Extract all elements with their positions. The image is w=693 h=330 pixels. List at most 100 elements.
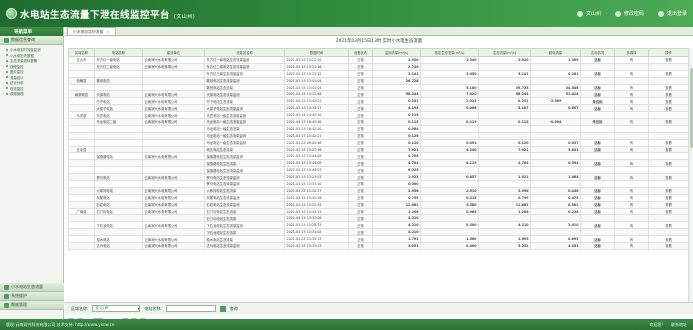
bullet-icon — [6, 92, 8, 95]
table-cell — [68, 159, 95, 168]
table-cell[interactable]: 查看 — [648, 221, 689, 230]
table-cell: 正常 — [348, 62, 373, 71]
sidebar-group-ecoflow[interactable]: 小水电站生态流量 — [0, 283, 64, 292]
table-cell[interactable]: 查看 — [648, 69, 689, 78]
table-cell[interactable]: 查看 — [648, 138, 689, 147]
table-cell: 云南润兴水电有限公司 — [142, 193, 205, 202]
table-cell: 0.799 — [372, 193, 421, 202]
table-cell[interactable]: 查看 — [648, 97, 689, 106]
table-cell: 1.560 — [420, 235, 479, 244]
table-cell: 0.857 — [420, 173, 479, 182]
table-cell[interactable]: 查看 — [648, 56, 689, 64]
table-cell: 2021-03-15 13:12:48 — [284, 90, 349, 99]
table-cell[interactable]: 查看 — [648, 83, 689, 92]
logout-icon — [657, 10, 664, 17]
column-header: 多媒体 — [614, 48, 649, 57]
table-cell — [648, 228, 689, 237]
table-cell: 2021-03-15 13:22:20 — [284, 56, 349, 64]
sidebar-group-query[interactable]: 数据信息查询 — [0, 36, 63, 45]
table-cell[interactable]: 查看 — [648, 90, 689, 99]
table-cell: 马关县 — [68, 111, 95, 120]
table-cell — [648, 111, 689, 120]
table-cell: 有 — [614, 90, 649, 99]
scrollbar-thumb[interactable] — [689, 68, 693, 148]
footer-contact-link[interactable]: 联系地址 — [671, 322, 687, 328]
table-cell: 2021-03-15 13:43:15 — [284, 207, 349, 216]
table-cell: 正常 — [348, 214, 373, 223]
table-cell: 3.580 — [420, 200, 479, 209]
table-cell[interactable]: 查看 — [648, 235, 689, 244]
table-cell — [580, 62, 615, 71]
table-cell: 0.037 — [530, 138, 581, 147]
table-cell — [530, 166, 581, 175]
table-cell: 保德路电站生态流量 — [204, 159, 285, 168]
table-cell — [648, 62, 689, 71]
table-cell[interactable]: 查看 — [648, 173, 689, 182]
table-cell: 11.661 — [478, 200, 531, 209]
table-cell: 凤尾电站 — [94, 193, 143, 202]
table-cell: 有 — [614, 221, 649, 230]
region-select[interactable]: 文 山 州 ▾ — [92, 305, 141, 312]
table-row: 保德路电站生态流量监测 2021-03-15 13:44:07 正常 6.025 — [68, 166, 689, 175]
query-button[interactable]: 查询 — [230, 306, 238, 312]
table-cell: 0.119 — [420, 118, 479, 126]
table-cell — [530, 76, 581, 85]
table-cell — [142, 214, 205, 223]
table-cell[interactable]: 查看 — [648, 207, 689, 216]
footer: 版权:云南润兴科技有限公司 技术支持: http://www.yxnw.cn 欢… — [0, 319, 693, 330]
table-cell: 2.730 — [372, 62, 421, 71]
close-icon[interactable]: × — [106, 29, 109, 34]
tab-realtime-flow[interactable]: 小水电站实时流量 × — [67, 27, 116, 35]
table-cell: 4.210 — [372, 228, 421, 237]
table-cell: 2021-03-15 13:27:16 — [284, 145, 349, 154]
data-table: 区域名称 电站名称 建设单位 流量站名称 数据时间 设备状态 监测流量(m³/s) 核定生态流… — [68, 48, 689, 250]
table-cell: 未达标 — [580, 97, 615, 106]
sidebar-group-data[interactable]: 数据管理 — [0, 301, 64, 310]
table-cell: 竹子电站 — [94, 97, 143, 106]
table-cell: 大梁子电站生态流量监测 — [204, 104, 285, 113]
table-cell: 正常 — [348, 221, 373, 230]
table-cell[interactable]: 查看 — [648, 118, 689, 126]
sidebar-items: 小水电实时流量监测 小水电历史数据 生态流量超标报警 视频监控 图片监控 流量统… — [0, 45, 63, 97]
table-cell — [614, 180, 649, 188]
table-cell: 马龙电站二级 — [94, 118, 143, 126]
table-cell: 丘北县 — [68, 145, 95, 154]
table-cell[interactable]: 查看 — [648, 104, 689, 113]
column-header: 数据时间 — [284, 48, 349, 57]
sidebar-group-system[interactable]: 系统维护 — [0, 292, 64, 301]
change-password-link[interactable]: 修改密码 — [614, 10, 644, 17]
table-cell[interactable]: 查看 — [648, 193, 689, 202]
app-subtitle: (文山州) — [173, 14, 196, 20]
table-cell — [68, 200, 95, 209]
table-cell: 六郎河电站生态流量 — [204, 186, 285, 195]
table-cell: 达标 — [580, 159, 615, 168]
sidebar-item[interactable]: 视频管理 — [6, 91, 63, 97]
table-cell: 2.141 — [372, 69, 421, 78]
user-link[interactable]: 文山州 — [576, 10, 601, 17]
vertical-scrollbar[interactable] — [688, 48, 693, 314]
table-cell — [530, 124, 581, 133]
table-cell: 3.051 — [372, 242, 421, 250]
table-cell: 正常 — [348, 69, 373, 78]
table-cell: 正常 — [348, 200, 373, 209]
table-cell — [530, 111, 581, 120]
logout-link[interactable]: 退出登录 — [657, 10, 687, 17]
bullet-icon — [6, 81, 8, 84]
table-row: 马龙电站一级生态流量 2021-03-15 16:42:20 正常 0.064 — [68, 124, 689, 133]
table-cell: 罗马电站生态流量监测 — [204, 173, 285, 182]
table-cell: 正常 — [348, 104, 373, 113]
table-cell[interactable]: 查看 — [648, 145, 689, 154]
table-cell — [648, 166, 689, 175]
search-icon[interactable] — [219, 305, 226, 312]
table-cell — [68, 131, 95, 140]
table-cell: 0.607 — [530, 104, 581, 113]
table-cell — [420, 111, 479, 120]
table-cell[interactable]: 查看 — [648, 242, 689, 250]
table-cell — [68, 193, 95, 202]
table-cell: 1.921 — [478, 173, 531, 182]
table-cell[interactable]: 查看 — [648, 159, 689, 168]
table-cell: 达标 — [580, 242, 615, 250]
station-input[interactable] — [165, 305, 216, 312]
table-cell[interactable]: 查看 — [648, 186, 689, 195]
table-cell[interactable]: 查看 — [648, 200, 689, 209]
